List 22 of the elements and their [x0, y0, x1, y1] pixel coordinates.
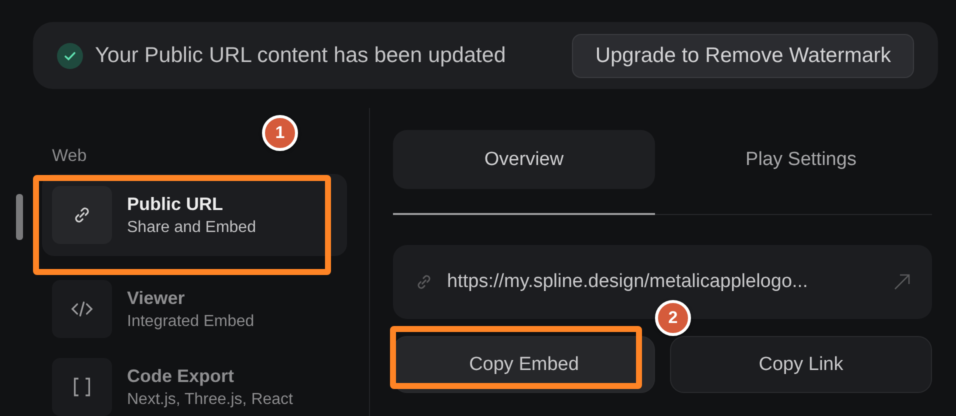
item-subtitle: Integrated Embed — [127, 312, 254, 330]
tab[interactable]: Overview — [393, 130, 655, 189]
check-icon — [57, 42, 83, 68]
code-icon — [52, 280, 112, 338]
link-icon — [52, 186, 112, 244]
tab[interactable]: Play Settings — [670, 130, 932, 189]
item-title: Viewer — [127, 288, 186, 308]
sidebar-item[interactable]: Viewer Integrated Embed — [42, 280, 347, 338]
step-marker: 1 — [262, 115, 298, 151]
scroll-indicator — [16, 194, 23, 240]
notification-message: Your Public URL content has been updated — [95, 43, 507, 68]
item-title: Code Export — [127, 366, 236, 386]
sidebar-item[interactable]: Public URL Share and Embed — [42, 174, 347, 256]
external-arrow-icon[interactable] — [892, 272, 912, 292]
sidebar-item[interactable]: Code Export Next.js, Three.js, React — [42, 358, 347, 416]
item-title: Public URL — [127, 194, 224, 214]
section-heading: Web — [51, 146, 88, 166]
copy-button[interactable]: Copy Link — [670, 336, 932, 393]
upgrade-button[interactable]: Upgrade to Remove Watermark — [572, 34, 914, 78]
item-subtitle: Share and Embed — [127, 218, 256, 236]
step-marker: 2 — [655, 300, 691, 336]
item-subtitle: Next.js, Three.js, React — [127, 390, 293, 408]
